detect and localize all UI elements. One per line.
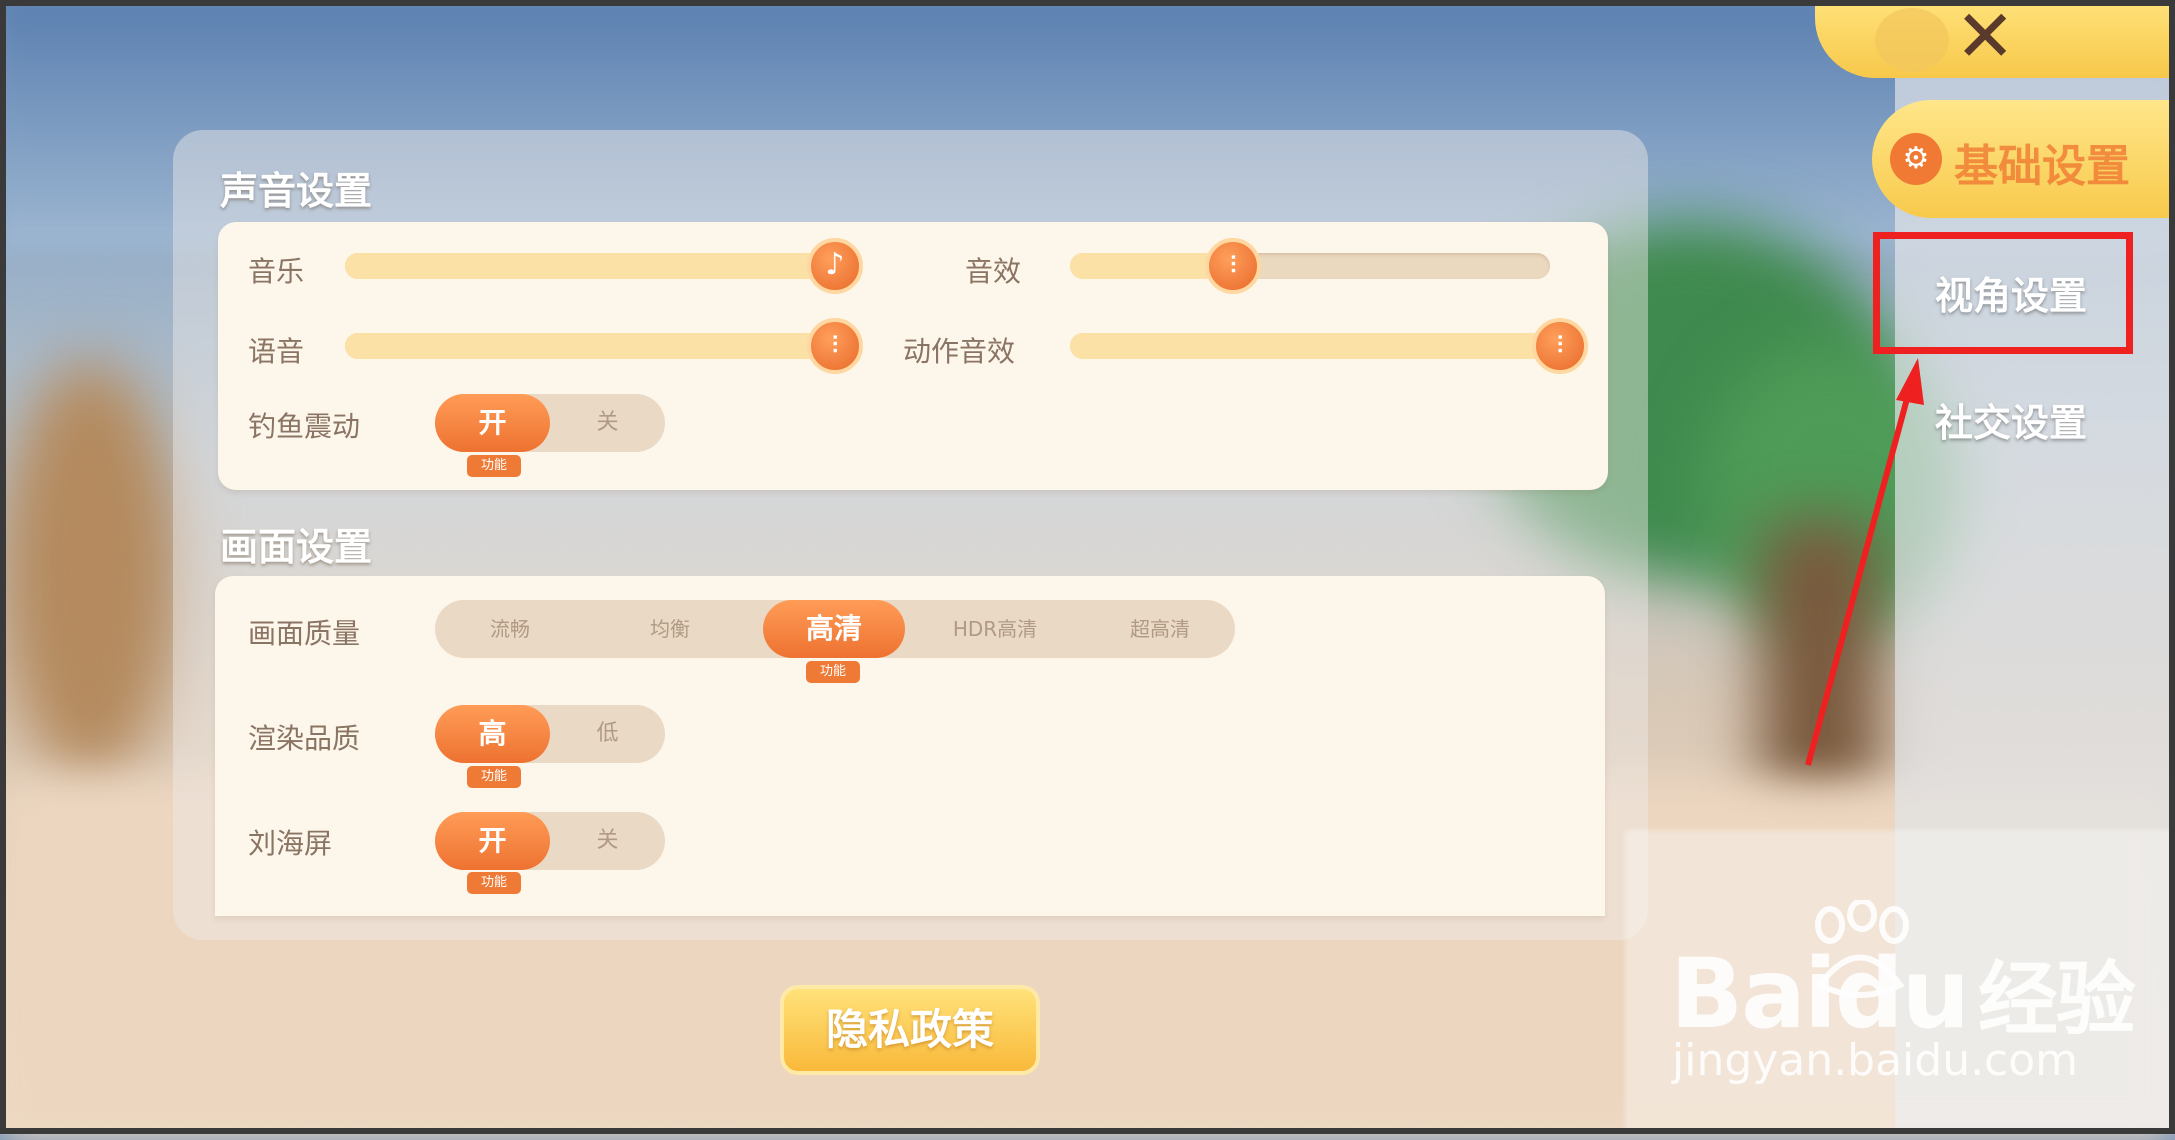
watermark-logo: Baidu 经验 [1670, 935, 2136, 1051]
arrow-head [1896, 358, 1924, 405]
watermark-logo-cn: 经验 [1977, 953, 2136, 1046]
arrow-line [1805, 394, 1911, 766]
watermark-logo-text: Baidu [1670, 938, 1970, 1050]
watermark-url: jingyan.baidu.com [1672, 1035, 2079, 1086]
